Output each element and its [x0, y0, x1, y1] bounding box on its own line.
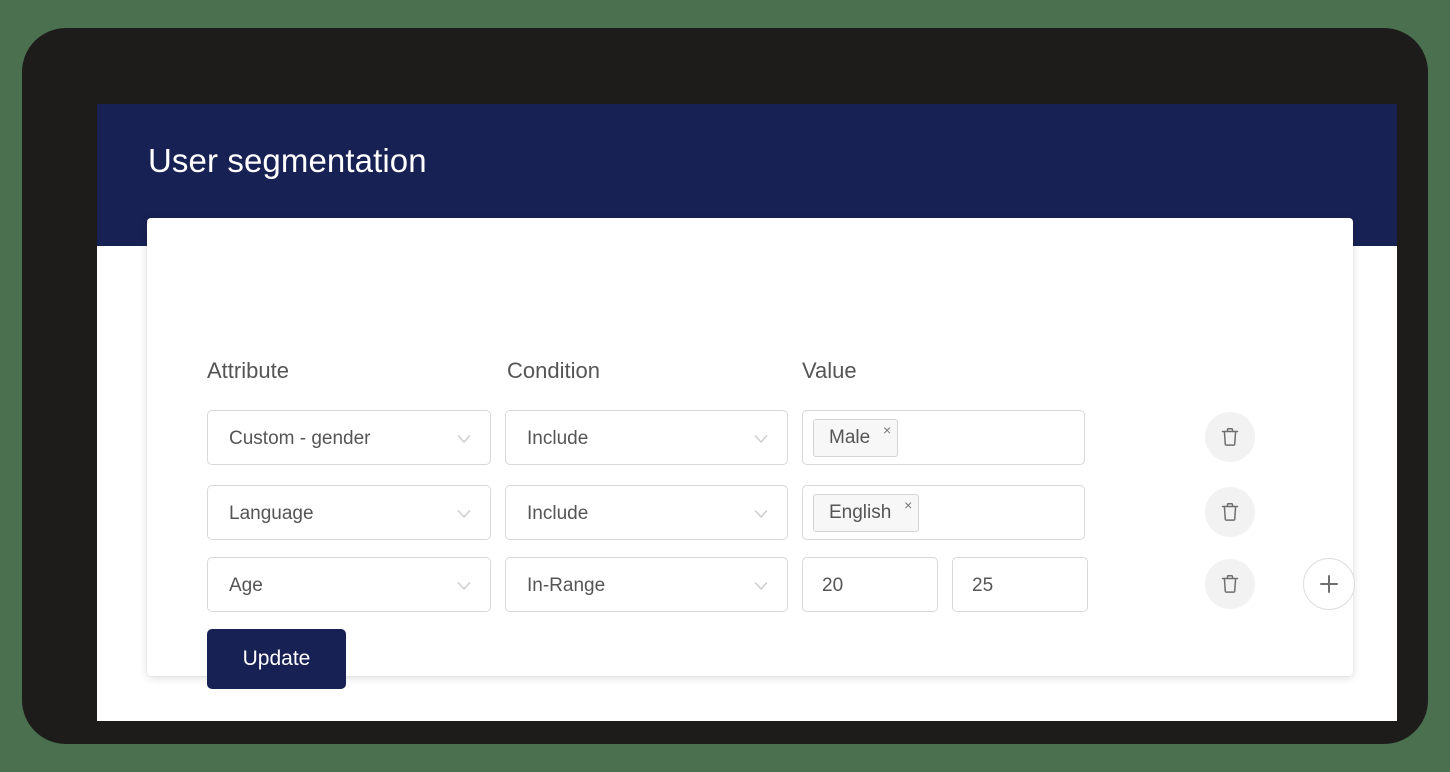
- chevron-down-icon: [456, 506, 472, 522]
- chevron-down-icon: [753, 506, 769, 522]
- attribute-select-value-row-2: Language: [229, 503, 314, 524]
- range-min-value-row-3: 20: [822, 575, 844, 596]
- delete-row-button-row-3[interactable]: [1205, 559, 1255, 609]
- condition-select-row-2[interactable]: Include: [505, 485, 788, 540]
- range-max-input-row-3[interactable]: 25: [952, 557, 1088, 612]
- condition-select-value-row-2: Include: [527, 503, 589, 524]
- range-min-input-row-3[interactable]: 20: [802, 557, 938, 612]
- value-tag-label-row-1: Male: [829, 427, 871, 448]
- chevron-down-icon: [753, 431, 769, 447]
- chevron-down-icon: [456, 431, 472, 447]
- value-tag-row-1[interactable]: Male ×: [813, 419, 899, 457]
- range-max-value-row-3: 25: [972, 575, 994, 596]
- close-icon[interactable]: ×: [904, 498, 912, 512]
- filter-row: Age In-Range 20 25: [147, 557, 1355, 617]
- device-bezel: User segmentation Attribute Condition Va…: [22, 28, 1428, 744]
- column-heading-attribute: Attribute: [207, 358, 289, 383]
- close-icon[interactable]: ×: [883, 423, 891, 437]
- value-tag-label-row-2: English: [829, 502, 892, 523]
- condition-select-row-1[interactable]: Include: [505, 410, 788, 465]
- attribute-select-row-3[interactable]: Age: [207, 557, 491, 612]
- attribute-select-row-2[interactable]: Language: [207, 485, 491, 540]
- page-title: User segmentation: [148, 142, 427, 179]
- value-tag-input-row-2[interactable]: English ×: [802, 485, 1085, 540]
- attribute-select-value-row-1: Custom - gender: [229, 428, 371, 449]
- attribute-select-row-1[interactable]: Custom - gender: [207, 410, 491, 465]
- update-button[interactable]: Update: [207, 629, 346, 689]
- attribute-select-value-row-3: Age: [229, 575, 263, 596]
- filter-row: Custom - gender Include Male ×: [147, 410, 1353, 470]
- page-surface: User segmentation Attribute Condition Va…: [97, 104, 1397, 721]
- delete-row-button-row-2[interactable]: [1205, 487, 1255, 537]
- add-row-button[interactable]: [1303, 558, 1355, 610]
- condition-select-row-3[interactable]: In-Range: [505, 557, 788, 612]
- chevron-down-icon: [753, 578, 769, 594]
- column-heading-condition: Condition: [507, 358, 600, 383]
- condition-select-value-row-3: In-Range: [527, 575, 606, 596]
- segmentation-card: Attribute Condition Value Custom - gende…: [147, 218, 1355, 689]
- column-heading-value: Value: [802, 358, 857, 383]
- value-tag-row-2[interactable]: English ×: [813, 494, 920, 532]
- filter-row: Language Include English ×: [147, 485, 1353, 545]
- delete-row-button-row-1[interactable]: [1205, 412, 1255, 462]
- chevron-down-icon: [456, 578, 472, 594]
- value-tag-input-row-1[interactable]: Male ×: [802, 410, 1085, 465]
- condition-select-value-row-1: Include: [527, 428, 589, 449]
